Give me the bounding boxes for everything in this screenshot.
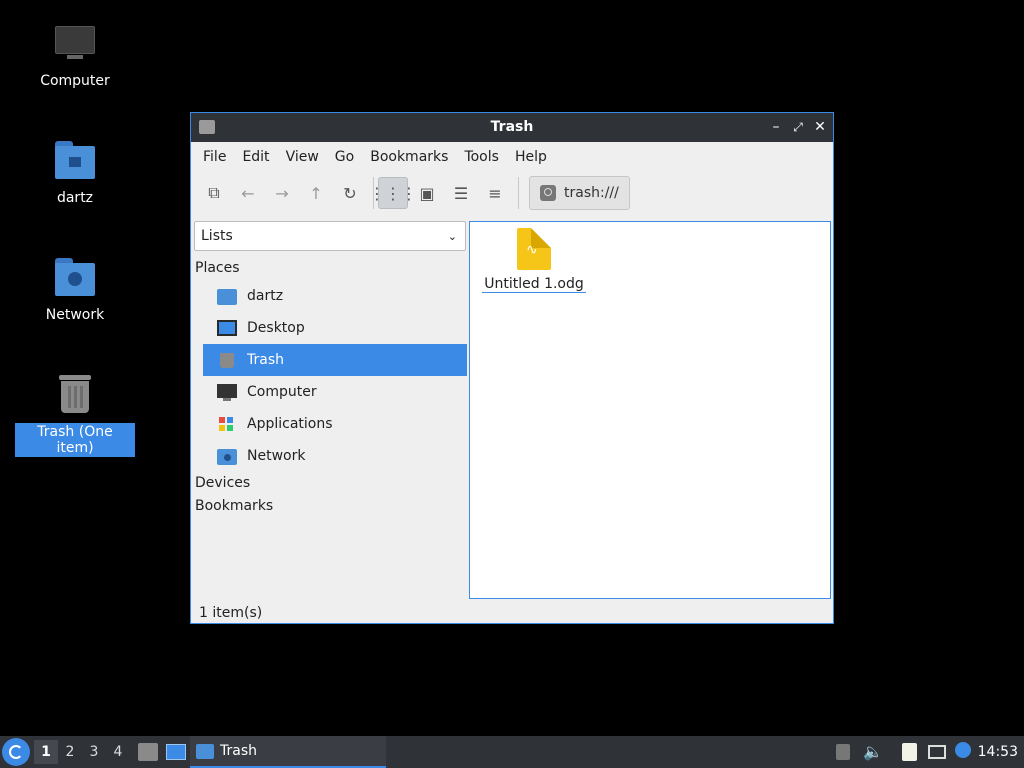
reload-icon[interactable]: ↻: [335, 177, 365, 209]
desktop-icon-network[interactable]: Network: [15, 256, 135, 324]
computer-icon: [53, 22, 97, 66]
side-pane-mode-select[interactable]: Lists ⌄: [194, 221, 466, 251]
back-arrow-icon[interactable]: ←: [233, 177, 263, 209]
side-pane-mode-value: Lists: [201, 228, 233, 244]
file-item[interactable]: ∿ Untitled 1.odg: [482, 228, 586, 293]
tray-up-arrow-icon[interactable]: [836, 744, 850, 760]
taskbar-item-label: Trash: [220, 743, 257, 759]
chevron-down-icon: ⌄: [447, 229, 457, 243]
search-icon: [540, 185, 556, 201]
workspace-1[interactable]: 1: [34, 740, 58, 764]
network-folder-icon: [217, 447, 237, 465]
menu-view[interactable]: View: [278, 149, 327, 165]
folder-icon: [196, 743, 214, 759]
place-trash[interactable]: Trash: [203, 344, 467, 376]
desktop-icon-label: dartz: [56, 190, 94, 206]
path-bar[interactable]: trash:///: [529, 176, 630, 210]
place-label: Network: [247, 448, 306, 464]
place-label: Trash: [247, 352, 284, 368]
place-label: Computer: [247, 384, 317, 400]
place-desktop[interactable]: Desktop: [203, 312, 467, 344]
bookmarks-header[interactable]: Bookmarks: [193, 495, 467, 518]
computer-icon: [217, 383, 237, 401]
start-menu-icon[interactable]: [2, 738, 30, 766]
file-name: Untitled 1.odg: [482, 276, 586, 293]
desktop-icon-dartz[interactable]: dartz: [15, 139, 135, 207]
file-manager-window: Trash – ⤢ ✕ File Edit View Go Bookmarks …: [190, 112, 834, 624]
clock[interactable]: 14:53: [978, 744, 1018, 760]
forward-arrow-icon[interactable]: →: [267, 177, 297, 209]
workspace-3[interactable]: 3: [82, 744, 106, 760]
icon-view-icon[interactable]: ⋮⋮⋮: [369, 177, 417, 209]
close-button[interactable]: ✕: [811, 117, 829, 137]
desktop-icon-computer[interactable]: Computer: [15, 22, 135, 90]
trash-icon: [53, 373, 97, 417]
show-desktop-icon[interactable]: [166, 744, 186, 760]
file-manager-launcher-icon[interactable]: [138, 743, 158, 761]
place-computer[interactable]: Computer: [203, 376, 467, 408]
new-tab-icon[interactable]: ⧉: [199, 177, 229, 209]
menu-help[interactable]: Help: [507, 149, 555, 165]
status-bar: 1 item(s): [199, 605, 263, 621]
home-folder-icon: [217, 287, 237, 305]
desktop-icon-label: Trash (One item): [15, 423, 135, 457]
compact-view-icon[interactable]: ☰: [446, 177, 476, 209]
volume-icon[interactable]: 🔈: [863, 742, 883, 761]
devices-header[interactable]: Devices: [193, 472, 467, 495]
menu-go[interactable]: Go: [327, 149, 362, 165]
place-label: Desktop: [247, 320, 305, 336]
trash-icon: [217, 351, 237, 369]
side-pane: Lists ⌄ Places dartz Desktop Trash Compu…: [193, 221, 467, 599]
place-label: dartz: [247, 288, 284, 304]
workspace-4[interactable]: 4: [106, 744, 130, 760]
update-notifier-icon[interactable]: [955, 742, 971, 758]
place-label: Applications: [247, 416, 333, 432]
detailed-list-view-icon[interactable]: ≡: [480, 177, 510, 209]
network-tray-icon[interactable]: [928, 745, 946, 759]
desktop-icon-label: Network: [45, 307, 105, 323]
menu-bar: File Edit View Go Bookmarks Tools Help: [191, 142, 833, 172]
minimize-button[interactable]: –: [767, 117, 785, 137]
up-arrow-icon[interactable]: ↑: [301, 177, 331, 209]
menu-bookmarks[interactable]: Bookmarks: [362, 149, 456, 165]
taskbar-item-trash[interactable]: Trash: [190, 736, 386, 768]
applications-icon: [217, 415, 237, 433]
toolbar-separator: [518, 177, 519, 209]
desktop-icon: [217, 319, 237, 337]
clipboard-icon[interactable]: [902, 743, 917, 761]
place-dartz[interactable]: dartz: [203, 280, 467, 312]
path-text: trash:///: [564, 185, 619, 201]
file-view[interactable]: ∿ Untitled 1.odg: [469, 221, 831, 599]
place-network[interactable]: Network: [203, 440, 467, 472]
places-header[interactable]: Places: [193, 257, 467, 280]
toolbar: ⧉ ← → ↑ ↻ ⋮⋮⋮ ▣ ☰ ≡ trash:///: [191, 172, 833, 214]
place-applications[interactable]: Applications: [203, 408, 467, 440]
taskbar: 1 2 3 4 Trash 🔈 14:53: [0, 736, 1024, 768]
desktop-icon-trash[interactable]: Trash (One item): [15, 373, 135, 457]
draw-document-icon: ∿: [517, 228, 551, 270]
thumbnail-view-icon[interactable]: ▣: [412, 177, 442, 209]
maximize-button[interactable]: ⤢: [789, 117, 807, 137]
menu-edit[interactable]: Edit: [234, 149, 277, 165]
menu-tools[interactable]: Tools: [456, 149, 507, 165]
workspace-2[interactable]: 2: [58, 744, 82, 760]
window-title: Trash: [490, 119, 534, 135]
menu-file[interactable]: File: [195, 149, 234, 165]
desktop-icon-label: Computer: [40, 73, 110, 89]
network-folder-icon: [53, 256, 97, 300]
title-bar[interactable]: Trash – ⤢ ✕: [191, 113, 833, 142]
home-folder-icon: [53, 139, 97, 183]
